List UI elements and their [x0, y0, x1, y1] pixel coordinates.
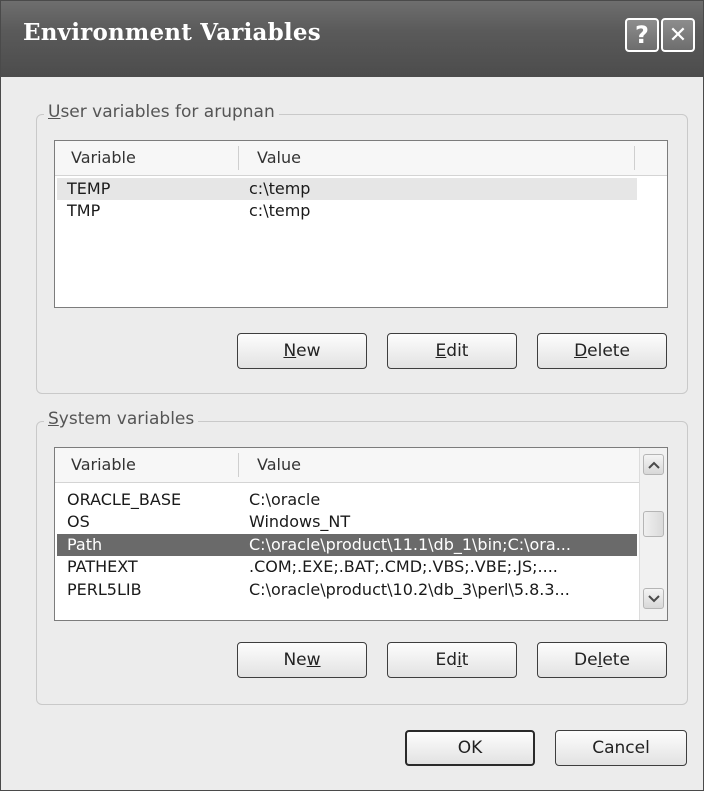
variable-value: .COM;.EXE;.BAT;.CMD;.VBS;.VBE;.JS;....: [249, 557, 558, 576]
system-edit-button[interactable]: Ed i t: [387, 642, 517, 678]
scroll-up-button[interactable]: [643, 454, 664, 475]
list-item[interactable]: ORACLE_BASE C:\oracle: [57, 489, 637, 511]
list-item[interactable]: TEMP c:\temp: [57, 178, 637, 200]
chevron-up-icon: [647, 461, 660, 469]
column-header-variable[interactable]: Variable: [71, 448, 136, 482]
environment-variables-dialog: Environment Variables ? ✕ User variables…: [0, 0, 704, 791]
variable-value: C:\oracle: [249, 490, 321, 509]
system-list-header: Variable Value: [55, 448, 639, 483]
dialog-title: Environment Variables: [23, 19, 321, 46]
column-header-value[interactable]: Value: [257, 448, 301, 482]
variable-name: ORACLE_BASE: [67, 490, 182, 509]
chevron-down-icon: [647, 594, 660, 602]
user-edit-button[interactable]: Edit: [387, 333, 517, 369]
variable-name: OS: [67, 512, 90, 531]
user-variables-list[interactable]: Variable Value TEMP c:\temp TMP c:\temp: [54, 140, 668, 308]
system-delete-button[interactable]: De l ete: [537, 642, 667, 678]
list-item[interactable]: PATHEXT .COM;.EXE;.BAT;.CMD;.VBS;.VBE;.J…: [57, 556, 637, 578]
ok-button[interactable]: OK: [405, 730, 535, 766]
system-list-scrollbar[interactable]: [639, 448, 667, 620]
variable-value: C:\oracle\product\11.1\db_1\bin;C:\ora..…: [249, 535, 571, 554]
list-item-selected[interactable]: Path C:\oracle\product\11.1\db_1\bin;C:\…: [57, 534, 637, 556]
scroll-thumb[interactable]: [643, 511, 664, 537]
close-icon: ✕: [668, 22, 688, 48]
column-header-variable[interactable]: Variable: [71, 141, 136, 175]
user-delete-button[interactable]: Delete: [537, 333, 667, 369]
list-item[interactable]: OS Windows_NT: [57, 511, 637, 533]
system-variables-legend: System variables: [44, 409, 199, 429]
variable-value: c:\temp: [249, 179, 311, 198]
variable-value: C:\oracle\product\10.2\db_3\perl\5.8.3..…: [249, 580, 570, 599]
list-item[interactable]: TMP c:\temp: [57, 200, 637, 222]
variable-name: TMP: [67, 201, 101, 220]
title-bar[interactable]: Environment Variables ? ✕: [1, 1, 703, 77]
variable-value: c:\temp: [249, 201, 311, 220]
variable-value: Windows_NT: [249, 512, 351, 531]
help-icon: ?: [635, 21, 649, 49]
variable-name: Path: [67, 535, 103, 554]
list-item[interactable]: PERL5LIB C:\oracle\product\10.2\db_3\per…: [57, 579, 637, 601]
close-button[interactable]: ✕: [661, 18, 695, 52]
variable-name: PERL5LIB: [67, 580, 142, 599]
variable-name: TEMP: [67, 179, 111, 198]
scroll-down-button[interactable]: [643, 588, 664, 609]
help-button[interactable]: ?: [625, 18, 659, 52]
user-list-header: Variable Value: [55, 141, 667, 176]
user-new-button[interactable]: New: [237, 333, 367, 369]
variable-name: PATHEXT: [67, 557, 138, 576]
cancel-button[interactable]: Cancel: [555, 730, 687, 766]
user-variables-legend: User variables for arupnan: [44, 102, 279, 122]
system-variables-list[interactable]: Variable Value ORACLE_BASE C:\oracle OS …: [54, 447, 668, 621]
column-header-value[interactable]: Value: [257, 141, 301, 175]
system-new-button[interactable]: Ne w: [237, 642, 367, 678]
